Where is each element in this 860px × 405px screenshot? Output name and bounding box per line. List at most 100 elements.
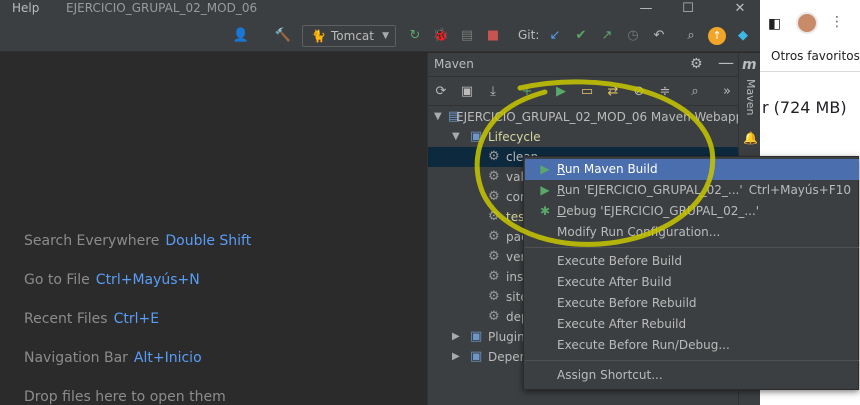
menu-item-modify-run-config[interactable]: Modify Run Configuration... (525, 222, 859, 243)
menu-item-label: Run Maven Build (557, 162, 658, 176)
menu-item-debug-project[interactable]: ✱ Debug 'EJERCICIO_GRUPAL_02_...' (525, 201, 859, 222)
menu-help[interactable]: Help (12, 1, 39, 15)
maven-m-icon[interactable]: m (742, 57, 757, 73)
more-menu-icon[interactable]: ⋮ (830, 14, 844, 30)
hint-recent-files: Recent Files Ctrl+E (24, 311, 159, 327)
memory-text: r (724 MB) (762, 98, 847, 117)
skip-tests-icon[interactable]: ⊘ (630, 83, 648, 101)
tree-node-label: EJERCICIO_GRUPAL_02_MOD_06 Maven Webapp (456, 110, 739, 124)
context-menu: ▶ Run Maven Build ▶ Run 'EJERCICIO_GRUPA… (523, 156, 859, 390)
side-panel-icon[interactable]: ◧ (768, 16, 781, 32)
gear-icon: ⚙ (488, 289, 500, 304)
notifications-icon[interactable]: 🔔 (743, 131, 758, 145)
rollback-icon[interactable]: ↶ (650, 27, 668, 45)
menu-item-label: Debug 'EJERCICIO_GRUPAL_02_...' (557, 204, 760, 218)
hint-shortcut: Ctrl+Mayús+N (95, 272, 200, 288)
update-available-icon[interactable]: ↑ (708, 27, 726, 45)
gear-icon: ⚙ (488, 169, 500, 184)
chevron-down-icon[interactable]: ▼ (452, 127, 460, 147)
hint-text: Go to File (24, 272, 90, 288)
folder-gear-icon: ▣ (470, 349, 483, 364)
menu-item-execute-before-run-debug[interactable]: Execute Before Run/Debug... (525, 335, 859, 356)
toggle-offline-icon[interactable]: ⇄ (604, 83, 622, 101)
coverage-icon[interactable]: ▤ (458, 27, 476, 45)
hint-search-everywhere: Search Everywhere Double Shift (24, 233, 251, 249)
add-icon[interactable]: + (518, 83, 536, 101)
gear-icon: ⚙ (488, 309, 500, 324)
gear-icon[interactable]: ⚙ (690, 56, 703, 72)
execute-goal-icon[interactable]: ▭ (578, 83, 596, 101)
debug-icon: ✱ (539, 204, 551, 218)
menu-item-execute-before-build[interactable]: Execute Before Build (525, 251, 859, 272)
menu-item-label: Execute Before Rebuild (557, 296, 697, 310)
gear-icon: ⚙ (488, 269, 500, 284)
user-icon[interactable]: 👤 (232, 27, 250, 45)
build-hammer-icon[interactable]: 🔨 (274, 27, 292, 45)
hint-shortcut: Double Shift (165, 233, 252, 249)
close-button[interactable]: ✕ (720, 0, 760, 20)
folder-gear-icon: ▣ (470, 129, 483, 144)
gear-icon: ⚙ (488, 229, 500, 244)
git-push-icon[interactable]: ↗ (598, 27, 616, 45)
gear-icon: ⚙ (488, 209, 500, 224)
maximize-button[interactable]: ☐ (668, 0, 708, 20)
minimize-button[interactable]: — (626, 0, 666, 20)
generate-sources-icon[interactable]: ▣ (458, 83, 476, 101)
reload-icon[interactable]: ⟳ (432, 83, 450, 101)
history-icon[interactable]: ◷ (624, 27, 642, 45)
gear-icon: ⚙ (488, 249, 500, 264)
title-bar: Help EJERCICIO_GRUPAL_02_MOD_06 — ☐ ✕ (0, 0, 760, 20)
window-title: EJERCICIO_GRUPAL_02_MOD_06 (66, 1, 258, 15)
git-commit-icon[interactable]: ✔ (572, 27, 590, 45)
rerun-icon[interactable]: ↻ (406, 27, 424, 45)
stop-icon[interactable]: ■ (484, 27, 502, 45)
show-dependencies-icon[interactable]: ⌕ (686, 83, 704, 101)
gear-icon: ⚙ (488, 189, 500, 204)
hint-text: Drop files here to open them (24, 389, 226, 405)
menu-item-label: Execute Before Build (557, 254, 682, 268)
hint-text: Recent Files (24, 311, 108, 327)
gear-icon: ⚙ (488, 149, 500, 164)
tree-node-label: Lifecycle (488, 130, 541, 144)
menu-item-run-project[interactable]: ▶ Run 'EJERCICIO_GRUPAL_02_...' Ctrl+May… (525, 180, 859, 201)
hint-text: Search Everywhere (24, 233, 160, 249)
maven-header: Maven ⚙ — (428, 53, 739, 77)
run-configuration-select[interactable]: 🐈 Tomcat ▼ (302, 25, 396, 47)
chevron-right-icon[interactable]: ▶ (452, 347, 460, 367)
hide-icon[interactable]: — (718, 53, 734, 72)
menu-item-execute-after-build[interactable]: Execute After Build (525, 272, 859, 293)
hint-text: Navigation Bar (24, 350, 128, 366)
run-icon[interactable]: ▶ (552, 83, 570, 101)
hint-go-to-file: Go to File Ctrl+Mayús+N (24, 272, 200, 288)
avatar[interactable] (796, 12, 818, 34)
tree-node-lifecycle[interactable]: ▼ ▣ Lifecycle (428, 127, 739, 147)
git-label: Git: (518, 28, 540, 42)
run-config-label: Tomcat (331, 29, 374, 43)
chevron-down-icon[interactable]: ▼ (434, 107, 442, 127)
other-favorites-link[interactable]: Otros favoritos (771, 49, 860, 63)
jetbrains-toolbox-icon[interactable]: ◆ (734, 27, 752, 45)
hint-drop-files: Drop files here to open them (24, 389, 226, 405)
menu-item-run-maven-build[interactable]: ▶ Run Maven Build (525, 159, 859, 180)
menu-item-execute-before-rebuild[interactable]: Execute Before Rebuild (525, 293, 859, 314)
maven-toolbar: ⟳ ▣ ⤓ + ▶ ▭ ⇄ ⊘ ≑ ⌕ » (428, 78, 739, 106)
editor-empty-area: Search Everywhere Double Shift Go to File… (0, 53, 427, 405)
menu-item-assign-shortcut[interactable]: Assign Shortcut... (525, 365, 859, 386)
menu-item-execute-after-rebuild[interactable]: Execute After Rebuild (525, 314, 859, 335)
collapse-all-icon[interactable]: ≑ (656, 83, 674, 101)
menu-separator (525, 247, 859, 248)
maven-side-tab[interactable]: Maven (743, 79, 757, 139)
debug-icon[interactable]: 🐞 (432, 27, 450, 45)
more-icon[interactable]: » (718, 83, 736, 101)
chevron-right-icon[interactable]: ▶ (452, 327, 460, 347)
search-icon[interactable]: ⌕ (682, 27, 700, 45)
download-icon[interactable]: ⤓ (484, 83, 502, 101)
hint-shortcut: Ctrl+E (113, 311, 160, 327)
chevron-down-icon: ▼ (382, 31, 389, 41)
git-update-icon[interactable]: ↙ (546, 27, 564, 45)
menu-item-label: Run 'EJERCICIO_GRUPAL_02_...' (557, 183, 743, 197)
tree-node-project[interactable]: ▼ ▤ EJERCICIO_GRUPAL_02_MOD_06 Maven Web… (428, 107, 739, 127)
menu-item-shortcut: Ctrl+Mayús+F10 (748, 183, 851, 197)
ide-screen: { "window": { "menu_help": "Help", "titl… (0, 0, 860, 405)
maven-title: Maven (434, 57, 474, 71)
